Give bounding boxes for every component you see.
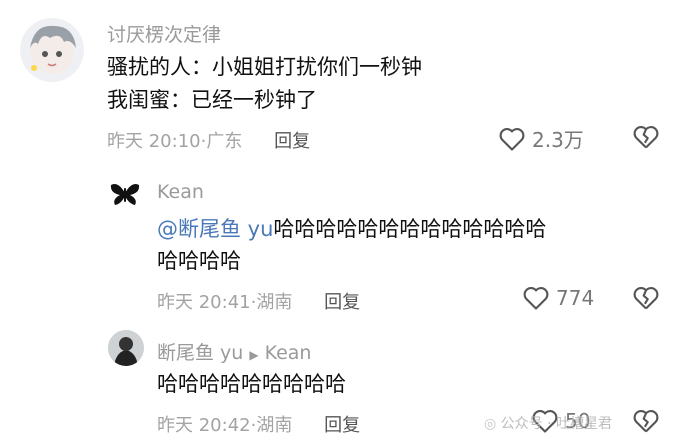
heart-icon <box>523 287 549 310</box>
reply-button[interactable]: 回复 <box>324 415 360 436</box>
comment-location: 广东 <box>206 131 243 152</box>
comment-text: 哈哈哈哈 <box>157 249 241 273</box>
like-button[interactable]: 774 <box>522 285 594 311</box>
dislike-button[interactable] <box>632 408 660 438</box>
comment-text: 我闺蜜：已经一秒钟了 <box>107 88 317 112</box>
broken-heart-icon <box>633 287 659 310</box>
avatar[interactable] <box>108 330 144 366</box>
dislike-button[interactable] <box>632 124 660 154</box>
mention-link[interactable]: @断尾鱼 yu <box>157 217 273 241</box>
reply-author[interactable]: 断尾鱼 yu <box>157 342 243 364</box>
comment-meta: 昨天 20:41·湖南 回复 <box>157 292 361 313</box>
comment-location: 湖南 <box>256 292 293 313</box>
comment-meta: 昨天 20:42·湖南 回复 <box>157 415 361 436</box>
comment-time: 昨天 20:41 <box>157 292 251 313</box>
avatar[interactable] <box>20 18 84 82</box>
comment-text: @断尾鱼 yu哈哈哈哈哈哈哈哈哈哈哈哈哈 <box>157 217 547 241</box>
heart-icon <box>499 127 525 151</box>
reply-target[interactable]: Kean <box>265 342 312 364</box>
reply-button[interactable]: 回复 <box>324 292 360 313</box>
comment-username[interactable]: 讨厌楞次定律 <box>107 20 221 47</box>
comment-username: 断尾鱼 yu ▶ Kean <box>157 338 311 365</box>
comment-time: 昨天 20:42 <box>157 415 251 436</box>
like-button[interactable]: 2.3万 <box>498 124 584 153</box>
reply-button[interactable]: 回复 <box>274 131 310 152</box>
comment-location: 湖南 <box>256 415 293 436</box>
avatar[interactable] <box>108 177 142 211</box>
wechat-icon: ◎ <box>484 416 497 432</box>
broken-heart-icon <box>633 126 659 149</box>
like-count: 2.3万 <box>532 128 584 152</box>
like-count: 774 <box>556 286 595 310</box>
reply-arrow-icon: ▶ <box>249 348 259 362</box>
comment-text: 骚扰的人：小姐姐打扰你们一秒钟 <box>107 55 422 79</box>
dislike-button[interactable] <box>632 285 660 315</box>
comment-username[interactable]: Kean <box>157 181 204 203</box>
watermark: ◎ 公众号 · 吐槽星君 <box>484 416 613 432</box>
comment-text: 哈哈哈哈哈哈哈哈哈 <box>157 372 346 396</box>
comment-meta: 昨天 20:10·广东 回复 <box>107 131 311 152</box>
comment-time: 昨天 20:10 <box>107 131 201 152</box>
broken-heart-icon <box>633 410 659 433</box>
